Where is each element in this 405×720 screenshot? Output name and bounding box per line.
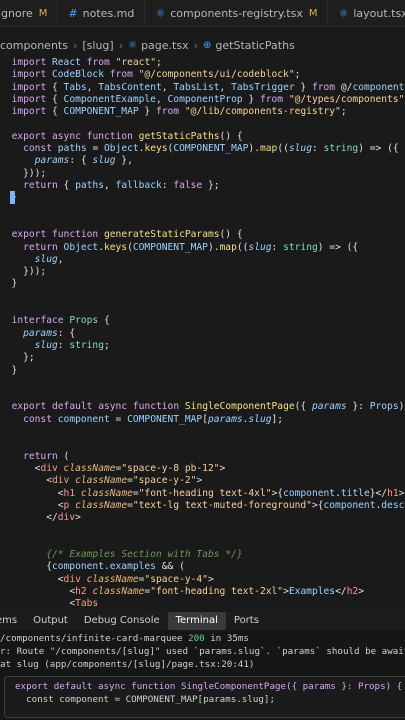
code-line: const paths = Object.keys(COMPONENT_MAP)… xyxy=(23,143,399,155)
code-line: export default async function SingleComp… xyxy=(11,401,405,413)
tab-debug-console[interactable]: Debug Console xyxy=(76,612,168,630)
code-line: {/* Examples Section with Tabs */} xyxy=(46,549,243,560)
breadcrumb-slug[interactable]: [slug] xyxy=(82,39,113,52)
code-line: } xyxy=(0,278,18,290)
code-line: export function generateStaticParams() { xyxy=(11,229,243,241)
tab-label: ignore xyxy=(0,6,33,20)
editor-tab-bar: ignore M # notes.md ⚛ components-registr… xyxy=(0,0,405,27)
code-line: return ( xyxy=(23,450,70,462)
terminal-line: /components/infinite-card-marquee 200 in… xyxy=(0,633,249,645)
code-line: params: { xyxy=(23,327,76,339)
code-line: }; xyxy=(0,352,35,364)
text-cursor xyxy=(10,191,15,205)
code-line: import { COMPONENT_MAP } from "@/lib/com… xyxy=(11,106,347,118)
function-icon: ⊕ xyxy=(203,39,212,51)
code-line: <p className="text-lg text-muted-foregro… xyxy=(57,499,405,511)
code-line: </div> xyxy=(46,512,81,524)
code-line: export async function getStaticPaths() { xyxy=(11,130,243,142)
code-line: import { ComponentExample, ComponentProp… xyxy=(11,93,405,105)
code-line: interface Props { xyxy=(11,315,110,327)
markdown-file-icon: # xyxy=(68,6,78,20)
code-line: } xyxy=(0,364,18,376)
code-line: return { paths, fallback: false }; xyxy=(23,180,220,191)
chevron-right-icon: › xyxy=(193,38,199,52)
tab-layout[interactable]: ⚛ layout.tsx xyxy=(328,0,405,26)
code-line: <div className="space-y-2"> xyxy=(46,475,203,487)
code-frame-text: const component = COMPONENT_MAP[params.s… xyxy=(15,694,275,705)
code-line: const component = COMPONENT_MAP[params.s… xyxy=(23,413,284,425)
terminal-warning-line: r: Route "/components/[slug]" used `para… xyxy=(0,646,405,657)
code-line: params: { slug }, xyxy=(34,155,133,167)
request-path: /components/infinite-card-marquee xyxy=(0,633,189,644)
breadcrumb: components › [slug] › ⚛ page.tsx › ⊕ get… xyxy=(0,37,405,53)
react-file-icon: ⚛ xyxy=(128,39,138,51)
code-line: <div className="space-y-8 pb-12"> xyxy=(34,462,226,474)
terminal-panel[interactable]: /components/infinite-card-marquee 200 in… xyxy=(0,630,405,720)
tab-notes[interactable]: # notes.md xyxy=(58,0,146,26)
code-frame-line: export default async function SingleComp… xyxy=(15,681,402,693)
code-line: slug: string; xyxy=(34,339,110,351)
code-frame-line: const component = COMPONENT_MAP[params.s… xyxy=(15,694,275,706)
breadcrumb-file[interactable]: page.tsx xyxy=(141,39,189,52)
tab-components-registry[interactable]: ⚛ components-registry.tsx M xyxy=(145,0,329,26)
panel-tab-bar: ems Output Debug Console Terminal Ports xyxy=(0,612,405,630)
code-line: <h2 className="font-heading text-2xl">Ex… xyxy=(69,585,364,597)
breadcrumb-components[interactable]: components xyxy=(0,39,68,52)
code-editor[interactable]: import React from "react"; import CodeBl… xyxy=(0,54,405,607)
code-line: import CodeBlock from "@/components/ui/c… xyxy=(11,69,301,81)
code-line: slug, xyxy=(34,253,64,265)
code-line: })); xyxy=(0,266,47,278)
react-file-icon: ⚛ xyxy=(155,6,166,20)
code-line: <Tabs xyxy=(69,598,99,607)
react-file-icon: ⚛ xyxy=(338,6,349,20)
terminal-warning-location: at slug (app/components/[slug]/page.tsx:… xyxy=(0,659,255,670)
code-line: import { Tabs, TabsContent, TabsList, Ta… xyxy=(11,81,405,93)
request-time: in 35ms xyxy=(204,633,249,644)
code-line: <h1 className="font-heading text-4xl">{c… xyxy=(57,487,405,499)
tab-problems[interactable]: ems xyxy=(0,612,25,630)
modified-badge: M xyxy=(308,7,318,19)
chevron-right-icon: › xyxy=(72,38,78,52)
status-code: 200 xyxy=(188,633,205,644)
modified-badge: M xyxy=(38,7,48,19)
code-line: {component.examples && ( xyxy=(0,561,185,573)
tab-terminal[interactable]: Terminal xyxy=(167,612,226,630)
tab-label: notes.md xyxy=(82,6,135,20)
tab-ignore[interactable]: ignore M xyxy=(0,0,59,26)
code-line: import React from "react"; xyxy=(11,57,162,68)
code-line: <div className="space-y-4"> xyxy=(57,573,214,585)
code-frame-text: export default async function SingleComp… xyxy=(15,681,403,692)
code-line: })); xyxy=(0,167,47,179)
code-frame: export default async function SingleComp… xyxy=(4,676,405,718)
tab-label: layout.tsx xyxy=(353,6,405,20)
chevron-right-icon: › xyxy=(118,38,124,52)
tab-label: components-registry.tsx xyxy=(170,6,303,20)
tab-output[interactable]: Output xyxy=(25,612,76,630)
code-line: return Object.keys(COMPONENT_MAP).map((s… xyxy=(23,241,359,253)
tab-ports[interactable]: Ports xyxy=(226,612,267,630)
breadcrumb-symbol[interactable]: getStaticPaths xyxy=(215,39,294,52)
